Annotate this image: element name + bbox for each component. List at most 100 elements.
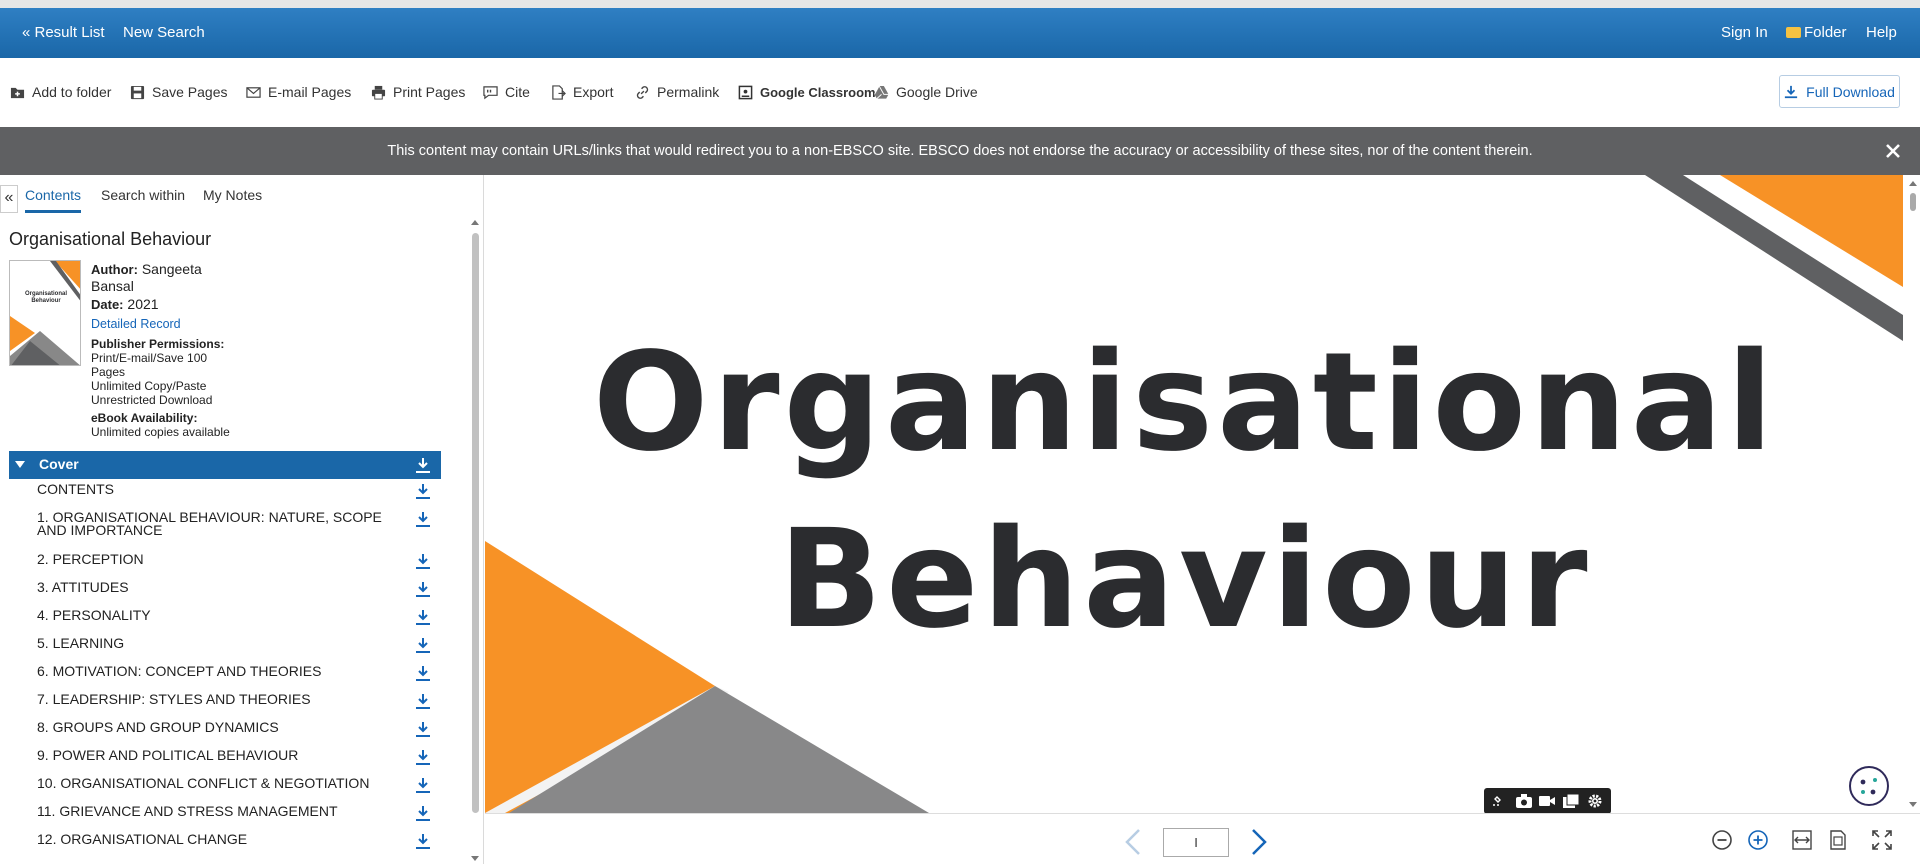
date-label: Date: bbox=[91, 297, 124, 312]
viewer-scroll-thumb[interactable] bbox=[1910, 193, 1916, 211]
toc-item[interactable]: 1. ORGANISATIONAL BEHAVIOUR: NATURE, SCO… bbox=[9, 507, 441, 549]
toc-item-label: 9. POWER AND POLITICAL BEHAVIOUR bbox=[37, 747, 299, 763]
close-notice-button[interactable] bbox=[1880, 138, 1906, 164]
email-pages-button[interactable]: E-mail Pages bbox=[246, 80, 351, 104]
previous-page-icon[interactable] bbox=[1118, 826, 1148, 858]
google-drive-icon bbox=[874, 85, 889, 99]
detailed-record-link[interactable]: Detailed Record bbox=[91, 317, 181, 331]
toc-item-label: CONTENTS bbox=[37, 481, 114, 497]
toc-item-label: 10. ORGANISATIONAL CONFLICT & NEGOTIATIO… bbox=[37, 775, 370, 791]
author-info: Author: Sangeeta Bansal bbox=[91, 261, 221, 294]
window-icon[interactable] bbox=[1562, 793, 1580, 809]
download-icon[interactable] bbox=[415, 777, 431, 793]
cookie-settings-button[interactable] bbox=[1849, 766, 1889, 806]
zoom-out-icon[interactable] bbox=[1711, 829, 1733, 851]
toc-item[interactable]: 5. LEARNING bbox=[9, 633, 441, 661]
date-value: 2021 bbox=[127, 296, 159, 312]
next-page-icon[interactable] bbox=[1244, 826, 1274, 858]
download-icon[interactable] bbox=[415, 511, 431, 527]
toc-item[interactable]: 12. ORGANISATIONAL CHANGE bbox=[9, 829, 441, 857]
download-icon[interactable] bbox=[415, 693, 431, 709]
download-icon[interactable] bbox=[415, 457, 431, 473]
tab-search-within[interactable]: Search within bbox=[101, 187, 185, 213]
sign-in-link[interactable]: Sign In bbox=[1721, 8, 1768, 58]
download-icon[interactable] bbox=[415, 833, 431, 849]
permalink-label: Permalink bbox=[657, 84, 720, 100]
toc-item[interactable]: 2. PERCEPTION bbox=[9, 549, 441, 577]
table-of-contents: Cover CONTENTS 1. ORGANISATIONAL BEHAVIO… bbox=[9, 451, 441, 857]
fit-width-icon[interactable] bbox=[1791, 829, 1813, 851]
print-pages-button[interactable]: Print Pages bbox=[371, 80, 465, 104]
google-classroom-button[interactable]: Google Classroom bbox=[738, 80, 876, 104]
folder-icon bbox=[1786, 27, 1801, 38]
folder-label: Folder bbox=[1804, 24, 1847, 41]
download-icon[interactable] bbox=[415, 749, 431, 765]
download-icon[interactable] bbox=[415, 553, 431, 569]
download-icon[interactable] bbox=[415, 581, 431, 597]
tab-my-notes[interactable]: My Notes bbox=[203, 187, 262, 213]
toc-item-label: 12. ORGANISATIONAL CHANGE bbox=[37, 831, 248, 847]
book-title: Organisational Behaviour bbox=[9, 229, 212, 249]
toc-item[interactable]: 10. ORGANISATIONAL CONFLICT & NEGOTIATIO… bbox=[9, 773, 441, 801]
cookie-icon bbox=[1860, 778, 1877, 795]
cover-title-line-2: Behaviour bbox=[778, 501, 1592, 659]
page-number-input[interactable] bbox=[1163, 828, 1229, 857]
zoom-in-icon[interactable] bbox=[1747, 829, 1769, 851]
print-pages-label: Print Pages bbox=[393, 84, 466, 100]
tab-contents[interactable]: Contents bbox=[25, 187, 82, 213]
download-icon[interactable] bbox=[415, 483, 431, 499]
toc-item[interactable]: 7. LEADERSHIP: STYLES AND THEORIES bbox=[9, 689, 441, 717]
download-icon[interactable] bbox=[415, 805, 431, 821]
sidebar-scroll-thumb[interactable] bbox=[472, 233, 479, 813]
add-to-folder-button[interactable]: Add to folder bbox=[10, 80, 111, 104]
collapse-sidebar-button[interactable]: « bbox=[0, 185, 18, 213]
cite-button[interactable]: Cite bbox=[483, 80, 530, 104]
cite-label: Cite bbox=[505, 84, 530, 100]
sidebar-scrollbar[interactable] bbox=[470, 217, 480, 864]
google-drive-button[interactable]: Google Drive bbox=[874, 80, 978, 104]
help-link[interactable]: Help bbox=[1866, 8, 1897, 58]
cover-artwork bbox=[485, 175, 1903, 813]
toc-item[interactable]: 4. PERSONALITY bbox=[9, 605, 441, 633]
download-icon[interactable] bbox=[415, 609, 431, 625]
availability-value: Unlimited copies available bbox=[91, 425, 230, 439]
book-cover-thumbnail[interactable]: Organisational Behaviour bbox=[9, 260, 81, 366]
scroll-up-icon[interactable] bbox=[1906, 177, 1920, 189]
new-search-link[interactable]: New Search bbox=[123, 8, 205, 58]
toc-item[interactable]: 11. GRIEVANCE AND STRESS MANAGEMENT bbox=[9, 801, 441, 829]
link-icon[interactable] bbox=[1491, 793, 1509, 809]
fit-page-icon[interactable] bbox=[1827, 829, 1849, 851]
export-label: Export bbox=[573, 84, 614, 100]
camera-icon[interactable] bbox=[1515, 793, 1533, 809]
download-icon[interactable] bbox=[415, 721, 431, 737]
contents-sidebar: « Contents Search within My Notes Organi… bbox=[0, 175, 484, 864]
google-classroom-icon bbox=[738, 85, 753, 99]
caret-down-icon bbox=[15, 461, 25, 468]
video-camera-icon[interactable] bbox=[1538, 793, 1556, 809]
toc-item[interactable]: CONTENTS bbox=[9, 479, 441, 507]
notice-text: This content may contain URLs/links that… bbox=[387, 143, 1533, 159]
toc-item[interactable]: 8. GROUPS AND GROUP DYNAMICS bbox=[9, 717, 441, 745]
save-pages-button[interactable]: Save Pages bbox=[130, 80, 228, 104]
fullscreen-icon[interactable] bbox=[1871, 829, 1893, 851]
gear-icon[interactable] bbox=[1586, 793, 1604, 809]
scroll-down-icon[interactable] bbox=[470, 854, 480, 864]
viewer-scrollbar[interactable] bbox=[1906, 175, 1920, 813]
full-download-button[interactable]: Full Download bbox=[1779, 75, 1900, 108]
page-viewer[interactable]: Organisational Behaviour bbox=[485, 175, 1920, 813]
toc-item[interactable]: 3. ATTITUDES bbox=[9, 577, 441, 605]
scroll-up-icon[interactable] bbox=[470, 217, 480, 227]
toc-item[interactable]: 9. POWER AND POLITICAL BEHAVIOUR bbox=[9, 745, 441, 773]
toc-item-cover[interactable]: Cover bbox=[9, 451, 441, 479]
download-icon bbox=[1785, 85, 1798, 98]
toc-item[interactable]: 6. MOTIVATION: CONCEPT AND THEORIES bbox=[9, 661, 441, 689]
cite-icon bbox=[483, 85, 498, 99]
download-icon[interactable] bbox=[415, 665, 431, 681]
folder-link[interactable]: Folder bbox=[1786, 8, 1847, 58]
scroll-down-icon[interactable] bbox=[1906, 799, 1920, 811]
envelope-icon bbox=[246, 86, 261, 98]
export-button[interactable]: Export bbox=[551, 80, 613, 104]
result-list-link[interactable]: « Result List bbox=[22, 8, 105, 58]
permalink-button[interactable]: Permalink bbox=[635, 80, 719, 104]
download-icon[interactable] bbox=[415, 637, 431, 653]
